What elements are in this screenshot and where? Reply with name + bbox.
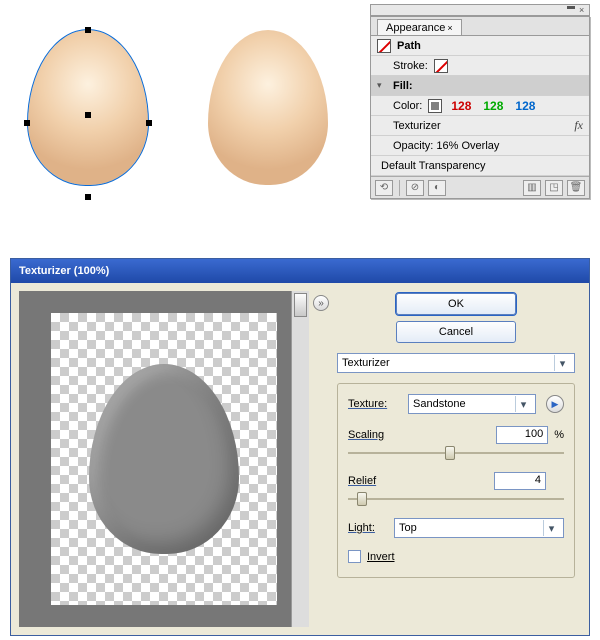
target-swatch-icon xyxy=(377,39,391,53)
tab-label: Appearance xyxy=(386,22,445,34)
light-value: Top xyxy=(399,522,417,534)
color-label: Color: xyxy=(393,100,422,112)
invert-checkbox[interactable] xyxy=(348,550,361,563)
chevron-down-icon: ▾ xyxy=(543,520,559,536)
preview-scrollbar[interactable] xyxy=(291,291,309,627)
transparency-checker xyxy=(51,313,277,605)
trash-icon[interactable]: 🗑 xyxy=(567,180,585,196)
default-transparency-row[interactable]: Default Transparency xyxy=(371,156,589,176)
effect-name: Texturizer xyxy=(393,120,441,132)
disclosure-down-icon[interactable]: ▾ xyxy=(377,80,387,91)
tab-appearance[interactable]: Appearance× xyxy=(377,19,462,35)
appearance-panel: × Appearance× Path Stroke: ▾ Fill: Color… xyxy=(370,4,590,199)
chevron-down-icon: ▾ xyxy=(554,355,570,371)
panel-system-bar: × xyxy=(370,4,590,16)
fx-icon[interactable]: fx xyxy=(574,118,583,133)
stroke-label: Stroke: xyxy=(393,60,428,72)
rgb-r: 128 xyxy=(448,98,474,114)
filter-select[interactable]: Texturizer ▾ xyxy=(337,353,575,373)
egg-result xyxy=(198,30,338,200)
panel-tabbar: Appearance× xyxy=(371,17,589,36)
collapse-toggle-icon[interactable]: » xyxy=(313,295,329,311)
artboard-eggs xyxy=(18,30,338,200)
rgb-g: 128 xyxy=(480,98,506,114)
egg-shape xyxy=(28,30,148,185)
light-label: Light: xyxy=(348,522,388,534)
texture-label: Texture: xyxy=(348,398,402,410)
light-select[interactable]: Top ▾ xyxy=(394,518,564,538)
center-point[interactable] xyxy=(85,112,91,118)
stroke-row[interactable]: Stroke: xyxy=(371,56,589,76)
close-icon[interactable]: × xyxy=(579,6,587,14)
fill-effect-row[interactable]: Texturizer fx xyxy=(371,116,589,136)
anchor-point[interactable] xyxy=(146,120,152,126)
scaling-slider[interactable] xyxy=(348,446,564,460)
target-label: Path xyxy=(397,40,421,52)
default-transparency-label: Default Transparency xyxy=(381,160,486,172)
scaling-input[interactable]: 100 xyxy=(496,426,548,444)
anchor-point[interactable] xyxy=(85,194,91,200)
opacity-text: Opacity: 16% Overlay xyxy=(393,140,499,152)
filter-select-value: Texturizer xyxy=(342,357,390,369)
anchor-point[interactable] xyxy=(24,120,30,126)
link-icon[interactable]: ⟲ xyxy=(375,180,393,196)
chevron-down-icon: ▾ xyxy=(515,396,531,412)
scrollbar-thumb[interactable] xyxy=(294,293,307,317)
scaling-label: Scaling xyxy=(348,429,402,441)
panel-footer: ⟲ ⊘ ◐ ▥ ◳ 🗑 xyxy=(371,176,589,198)
fill-row[interactable]: ▾ Fill: xyxy=(371,76,589,96)
fill-opacity-row[interactable]: Opacity: 16% Overlay xyxy=(371,136,589,156)
minimize-icon[interactable] xyxy=(567,6,575,14)
scaling-unit: % xyxy=(554,429,564,441)
ok-button[interactable]: OK xyxy=(396,293,516,315)
egg-shape xyxy=(208,30,328,185)
cancel-button[interactable]: Cancel xyxy=(396,321,516,343)
texture-flyout-icon[interactable]: ▶ xyxy=(546,395,564,413)
new-fill-icon[interactable]: ▥ xyxy=(523,180,541,196)
dialog-titlebar[interactable]: Texturizer (100%) xyxy=(11,259,589,283)
stroke-swatch-none-icon[interactable] xyxy=(434,59,448,73)
appearance-target-row[interactable]: Path xyxy=(371,36,589,56)
preview-pane xyxy=(19,291,309,627)
disable-icon[interactable]: ⊘ xyxy=(406,180,424,196)
relief-label: Relief xyxy=(348,475,402,487)
fill-label: Fill: xyxy=(393,80,413,92)
visibility-icon[interactable]: ◐ xyxy=(428,180,446,196)
duplicate-icon[interactable]: ◳ xyxy=(545,180,563,196)
fill-swatch-icon[interactable] xyxy=(428,99,442,113)
texture-value: Sandstone xyxy=(413,398,466,410)
anchor-point[interactable] xyxy=(85,27,91,33)
texture-select[interactable]: Sandstone ▾ xyxy=(408,394,536,414)
relief-input[interactable]: 4 xyxy=(494,472,546,490)
preview-egg xyxy=(89,364,239,554)
relief-slider[interactable] xyxy=(348,492,564,506)
egg-selected[interactable] xyxy=(18,30,158,200)
tab-close-icon[interactable]: × xyxy=(447,23,452,33)
invert-label: Invert xyxy=(367,551,395,563)
texturizer-options-group: Texture: Sandstone ▾ ▶ Scaling 100 % xyxy=(337,383,575,578)
rgb-b: 128 xyxy=(512,98,538,114)
controls-pane: OK Cancel Texturizer ▾ Texture: Sandston… xyxy=(335,291,581,627)
fill-color-row[interactable]: Color: 128 128 128 xyxy=(371,96,589,116)
dialog-title: Texturizer (100%) xyxy=(19,265,109,277)
texturizer-dialog: Texturizer (100%) » OK Cancel Texturizer… xyxy=(10,258,590,636)
